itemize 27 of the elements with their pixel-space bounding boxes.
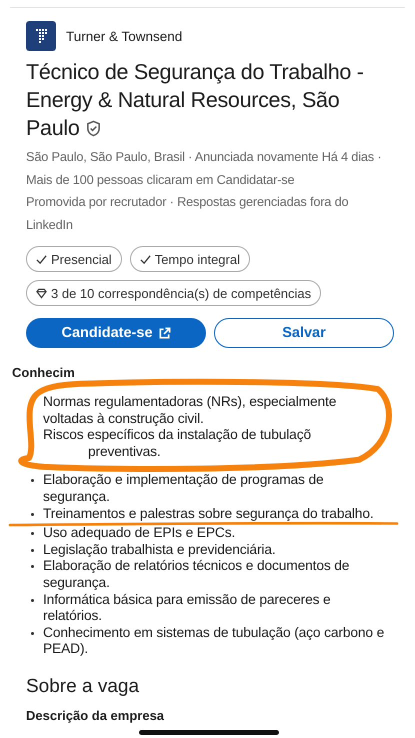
check-icon [140,254,151,264]
list-item-text: Normas regulamentadoras (NRs), especialmente voltadas à construção civil. [43,394,338,428]
company-logo [26,21,56,51]
section-heading: Conhecim [12,365,75,380]
check-icon [36,254,47,264]
list-item-text: Elaboração e implementação de programas de segurança. [43,472,325,506]
job-title: Técnico de Segurança do Trabalho - Energy & Natural Resources, São Paulo [26,59,365,142]
subsection-heading: Descrição da empresa [26,708,164,723]
chip-label: Presencial [51,252,112,266]
external-link-icon [158,326,171,340]
list-item-text: Uso adequado de EPIs e EPCs. [43,525,236,542]
job-meta-text: Promovida por recrutador · Respostas gerenciadas fora do LinkedIn [26,193,350,234]
list-item-text: Legislação trabalhista e previdenciária. [43,542,277,558]
chip-label: Tempo integral [154,252,240,266]
job-meta-text: São Paulo, São Paulo, Brasil · Anunciada novamente Há 4 dias · Mais de 100 pessoas clicaram em Candidatar-se [26,148,382,189]
list-item-text: preventivas. [88,444,161,460]
list-item-text: Informática básica para emissão de pareceres e relatórios. [43,592,332,625]
section-heading: Sobre a vaga [26,676,140,698]
list-item-text: Treinamentos e palestras sobre segurança do trabalho. [43,506,375,522]
list-item-text: Conhecimento em sistemas de tubulação (aço carbono e PEAD). [43,624,386,658]
diamond-icon [36,288,47,298]
chip-label: 3 de 10 correspondência(s) de competências [51,286,312,300]
company-name[interactable]: Turner & Townsend [66,28,182,44]
save-button[interactable]: Salvar [214,318,394,348]
apply-button[interactable]: Candidate-se [26,318,206,348]
list-item-text: Riscos específicos da instalação de tubulaçõ [43,427,312,444]
list-item-text: Elaboração de relatórios técnicos e documentos de segurança. [43,558,350,592]
